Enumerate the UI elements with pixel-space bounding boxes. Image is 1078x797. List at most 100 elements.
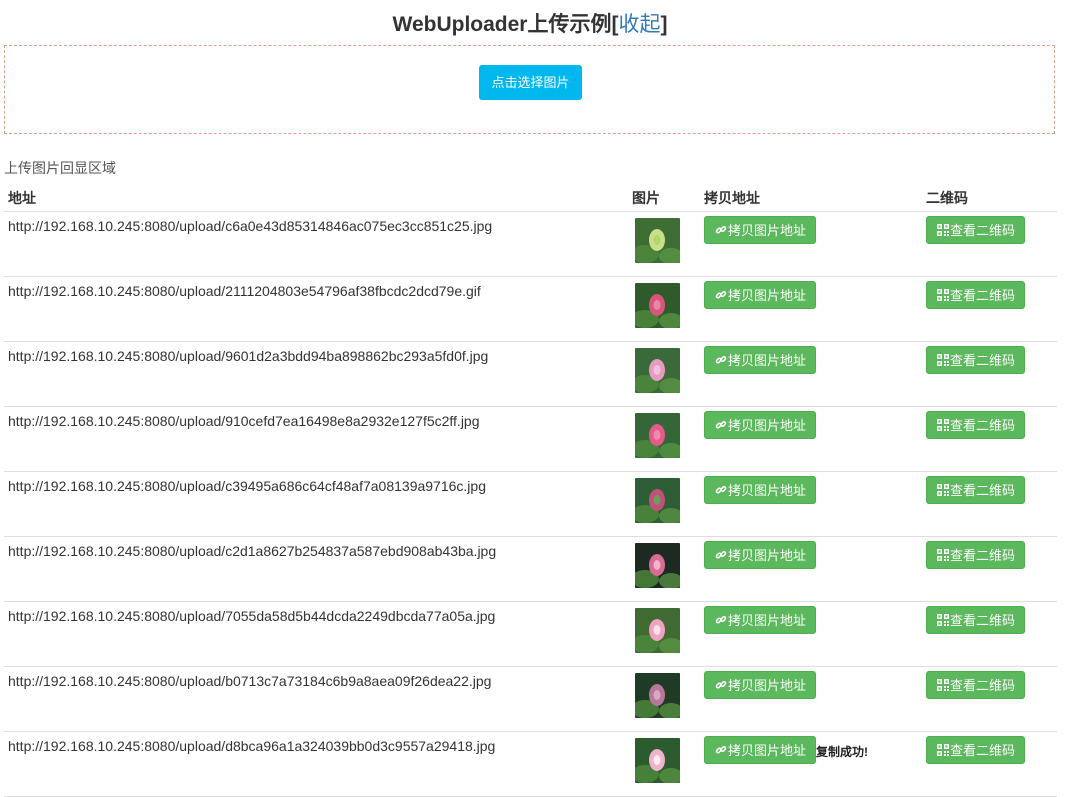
view-qrcode-button[interactable]: 查看二维码 — [926, 606, 1025, 634]
link-icon — [715, 745, 727, 754]
column-header-url: 地址 — [4, 184, 628, 212]
result-table: 地址 图片 拷贝地址 二维码 http://192.168.10.245:808… — [4, 184, 1057, 797]
image-url: http://192.168.10.245:8080/upload/d8bca9… — [8, 738, 496, 754]
image-cell — [628, 536, 700, 602]
view-qrcode-button[interactable]: 查看二维码 — [926, 541, 1025, 569]
copy-url-label: 拷贝图片地址 — [728, 288, 807, 303]
column-header-image: 图片 — [628, 184, 700, 212]
thumbnail-image[interactable] — [635, 738, 680, 783]
table-row: http://192.168.10.245:8080/upload/211120… — [4, 276, 1057, 342]
copy-url-button[interactable]: 拷贝图片地址 — [704, 736, 816, 764]
collapse-link[interactable]: 收起 — [618, 13, 660, 36]
image-url-cell: http://192.168.10.245:8080/upload/b0713c… — [4, 666, 628, 732]
image-url-cell: http://192.168.10.245:8080/upload/c2d1a8… — [4, 536, 628, 602]
image-url-cell: http://192.168.10.245:8080/upload/7055da… — [4, 601, 628, 667]
view-qrcode-button[interactable]: 查看二维码 — [926, 281, 1025, 309]
copy-success-message: 复制成功! — [816, 745, 868, 759]
copy-url-button[interactable]: 拷贝图片地址 — [704, 281, 816, 309]
copy-cell: 拷贝图片地址 — [700, 536, 922, 602]
qrcode-cell: 查看二维码 — [922, 276, 1057, 342]
image-url: http://192.168.10.245:8080/upload/c2d1a8… — [8, 543, 497, 559]
image-url: http://192.168.10.245:8080/upload/910cef… — [8, 413, 480, 429]
bracket-close: ] — [660, 13, 668, 36]
thumbnail-image[interactable] — [635, 413, 680, 458]
copy-url-button[interactable]: 拷贝图片地址 — [704, 346, 816, 374]
view-qrcode-button[interactable]: 查看二维码 — [926, 216, 1025, 244]
qrcode-cell: 查看二维码 — [922, 341, 1057, 407]
view-qrcode-label: 查看二维码 — [950, 223, 1016, 238]
image-url-cell: http://192.168.10.245:8080/upload/c39495… — [4, 471, 628, 537]
image-url: http://192.168.10.245:8080/upload/c39495… — [8, 478, 486, 494]
link-icon — [715, 615, 727, 624]
table-row: http://192.168.10.245:8080/upload/c6a0e4… — [4, 211, 1057, 277]
table-row: http://192.168.10.245:8080/upload/c39495… — [4, 471, 1057, 537]
view-qrcode-label: 查看二维码 — [950, 548, 1016, 563]
image-url: http://192.168.10.245:8080/upload/9601d2… — [8, 348, 489, 364]
view-qrcode-label: 查看二维码 — [950, 353, 1016, 368]
copy-url-button[interactable]: 拷贝图片地址 — [704, 671, 816, 699]
thumbnail-image[interactable] — [635, 543, 680, 588]
image-cell — [628, 471, 700, 537]
image-cell — [628, 601, 700, 667]
result-section-label: 上传图片回显区域 — [4, 160, 116, 176]
thumbnail-image[interactable] — [635, 218, 680, 263]
copy-url-button[interactable]: 拷贝图片地址 — [704, 541, 816, 569]
table-row: http://192.168.10.245:8080/upload/910cef… — [4, 406, 1057, 472]
view-qrcode-label: 查看二维码 — [950, 613, 1016, 628]
qrcode-icon — [937, 354, 949, 366]
view-qrcode-button[interactable]: 查看二维码 — [926, 346, 1025, 374]
image-url: http://192.168.10.245:8080/upload/c6a0e4… — [8, 218, 493, 234]
page-title: WebUploader上传示例[收起] — [0, 10, 1060, 40]
copy-cell: 拷贝图片地址 — [700, 666, 922, 732]
copy-url-label: 拷贝图片地址 — [728, 678, 807, 693]
thumbnail-image[interactable] — [635, 348, 680, 393]
link-icon — [715, 550, 727, 559]
thumbnail-image[interactable] — [635, 673, 680, 718]
thumbnail-image[interactable] — [635, 478, 680, 523]
view-qrcode-button[interactable]: 查看二维码 — [926, 736, 1025, 764]
copy-url-label: 拷贝图片地址 — [728, 613, 807, 628]
qrcode-cell: 查看二维码 — [922, 731, 1057, 797]
result-table-body: http://192.168.10.245:8080/upload/c6a0e4… — [4, 211, 1057, 797]
upload-drop-zone[interactable]: 点击选择图片 — [4, 45, 1055, 134]
qrcode-cell: 查看二维码 — [922, 211, 1057, 277]
image-url-cell: http://192.168.10.245:8080/upload/9601d2… — [4, 341, 628, 407]
copy-url-label: 拷贝图片地址 — [728, 548, 807, 563]
image-url: http://192.168.10.245:8080/upload/211120… — [8, 283, 481, 299]
image-url: http://192.168.10.245:8080/upload/b0713c… — [8, 673, 492, 689]
qrcode-icon — [937, 614, 949, 626]
copy-cell: 拷贝图片地址 — [700, 471, 922, 537]
copy-url-button[interactable]: 拷贝图片地址 — [704, 411, 816, 439]
image-cell — [628, 406, 700, 472]
link-icon — [715, 225, 727, 234]
copy-url-button[interactable]: 拷贝图片地址 — [704, 606, 816, 634]
copy-url-label: 拷贝图片地址 — [728, 483, 807, 498]
pick-image-button[interactable]: 点击选择图片 — [479, 65, 582, 100]
copy-url-button[interactable]: 拷贝图片地址 — [704, 476, 816, 504]
qrcode-icon — [937, 744, 949, 756]
copy-cell: 拷贝图片地址 — [700, 341, 922, 407]
copy-cell: 拷贝图片地址 — [700, 276, 922, 342]
thumbnail-image[interactable] — [635, 283, 680, 328]
view-qrcode-label: 查看二维码 — [950, 288, 1016, 303]
qrcode-cell: 查看二维码 — [922, 601, 1057, 667]
table-row: http://192.168.10.245:8080/upload/b0713c… — [4, 666, 1057, 732]
copy-url-button[interactable]: 拷贝图片地址 — [704, 216, 816, 244]
thumbnail-image[interactable] — [635, 608, 680, 653]
view-qrcode-button[interactable]: 查看二维码 — [926, 411, 1025, 439]
image-cell — [628, 276, 700, 342]
view-qrcode-button[interactable]: 查看二维码 — [926, 476, 1025, 504]
image-url-cell: http://192.168.10.245:8080/upload/910cef… — [4, 406, 628, 472]
image-url-cell: http://192.168.10.245:8080/upload/d8bca9… — [4, 731, 628, 797]
view-qrcode-label: 查看二维码 — [950, 418, 1016, 433]
copy-cell: 拷贝图片地址 复制成功! — [700, 731, 922, 797]
image-cell — [628, 211, 700, 277]
qrcode-cell: 查看二维码 — [922, 536, 1057, 602]
image-cell — [628, 341, 700, 407]
page-title-text: WebUploader上传示例 — [392, 13, 612, 36]
link-icon — [715, 355, 727, 364]
column-header-qrcode: 二维码 — [922, 184, 1057, 212]
copy-url-label: 拷贝图片地址 — [728, 353, 807, 368]
view-qrcode-button[interactable]: 查看二维码 — [926, 671, 1025, 699]
qrcode-cell: 查看二维码 — [922, 666, 1057, 732]
